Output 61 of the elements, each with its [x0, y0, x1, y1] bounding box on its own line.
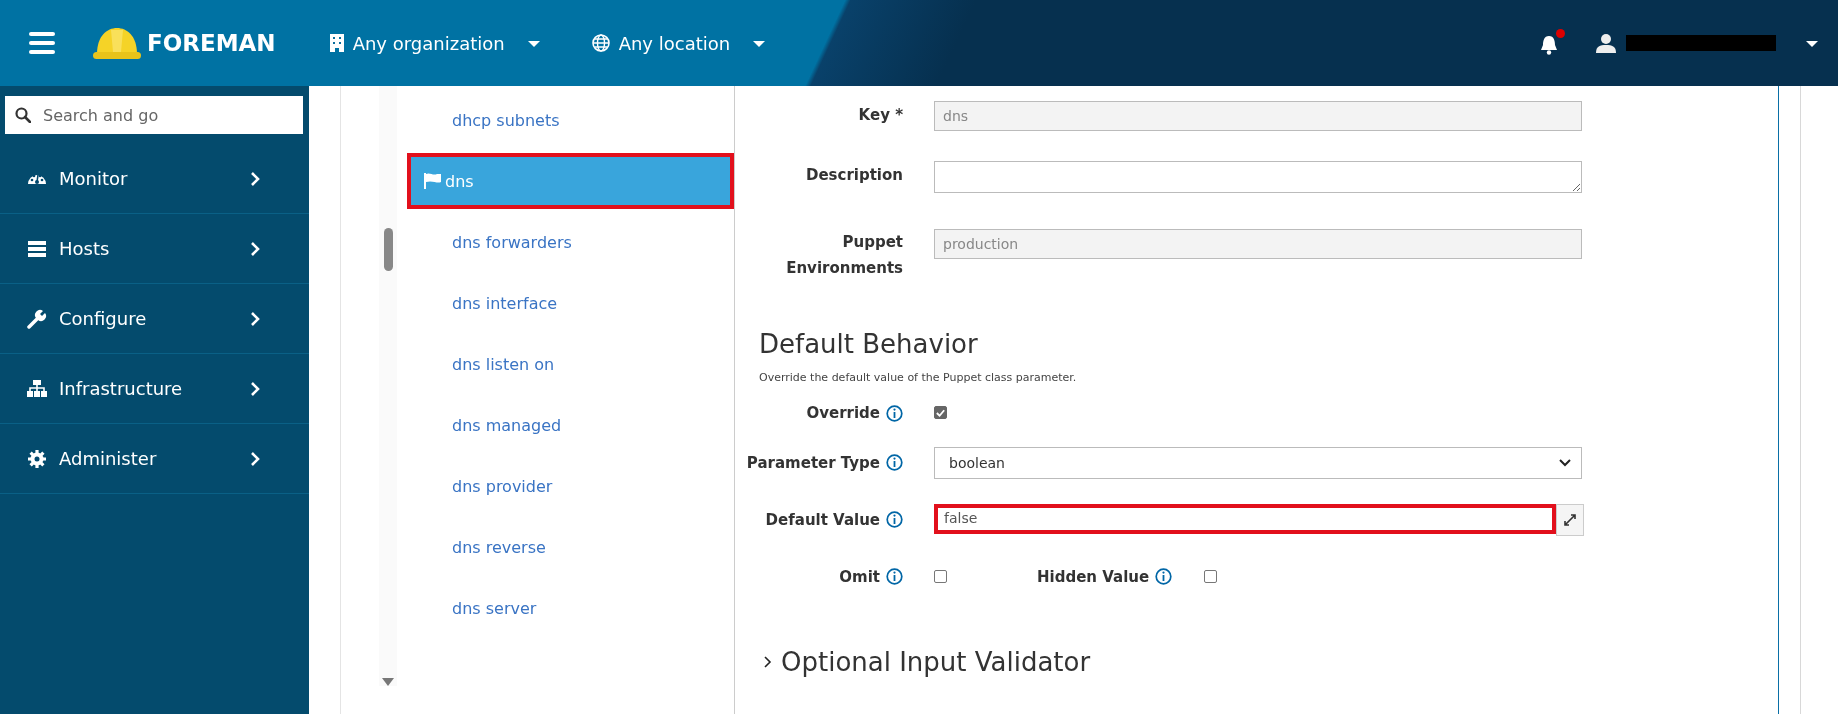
bell-icon — [1540, 35, 1558, 55]
parameter-list-item[interactable]: dns server — [427, 578, 734, 639]
text-area[interactable]: false — [934, 503, 1556, 534]
chevron-right-icon — [250, 171, 260, 186]
menu-icon[interactable] — [29, 32, 55, 54]
flag-icon — [424, 173, 442, 189]
field-label: Description — [805, 165, 903, 186]
field-label: Default Value — [765, 509, 880, 531]
search-icon — [15, 107, 31, 123]
hard-hat-icon — [93, 26, 141, 60]
field-label: Override — [806, 403, 880, 424]
location-dropdown[interactable]: Any location — [591, 32, 766, 54]
field-label: Omit — [839, 566, 880, 588]
expand-button[interactable] — [1556, 503, 1584, 536]
checkbox[interactable] — [1204, 570, 1218, 583]
info-icon — [1155, 568, 1173, 585]
parameter-list-item[interactable]: dns reverse — [427, 517, 734, 578]
building-icon — [329, 34, 344, 52]
field-label: Hidden Value — [1037, 566, 1150, 588]
parameter-list-item[interactable]: dns — [407, 153, 734, 209]
checkbox[interactable] — [934, 570, 947, 583]
info-icon — [886, 568, 903, 585]
info-icon — [886, 511, 903, 528]
chevron-right-icon — [250, 241, 260, 256]
section-heading: Default Behavior — [759, 329, 979, 359]
wrench-icon — [27, 308, 47, 329]
scroll-down-arrow-icon[interactable] — [382, 678, 394, 686]
parameter-list-item[interactable]: dns interface — [427, 273, 734, 334]
field-label: Parameter Type — [746, 452, 880, 474]
caret-icon — [527, 41, 540, 47]
field-label: Puppet Environments — [785, 232, 903, 279]
brand-name[interactable]: FOREMAN — [147, 30, 276, 56]
chevron-right-icon — [250, 381, 260, 396]
scrollbar-thumb[interactable] — [383, 228, 393, 271]
section-description: Override the default value of the Puppet class parameter. — [759, 371, 1078, 384]
expand-icon — [1564, 513, 1576, 526]
chevron-right-icon — [763, 654, 773, 670]
organization-dropdown[interactable]: Any organization — [329, 32, 540, 54]
caret-icon — [753, 41, 766, 47]
parameter-list-item[interactable]: dns provider — [427, 456, 734, 517]
chevron-right-icon — [250, 311, 260, 326]
server-icon — [27, 238, 47, 259]
parameter-list-item[interactable]: dns forwarders — [427, 212, 734, 273]
chevron-down-icon — [1559, 458, 1571, 467]
collapsible-section-toggle[interactable]: Optional Input Validator — [763, 647, 1091, 677]
parameter-list-item[interactable]: dns managed — [427, 395, 734, 456]
info-icon — [886, 454, 903, 471]
gear-icon — [27, 448, 47, 469]
search-field[interactable]: Search and go — [5, 96, 303, 134]
parameter-list-item[interactable]: dns listen on — [427, 334, 734, 395]
info-icon — [886, 404, 903, 422]
caret-icon — [1806, 41, 1818, 47]
user-menu[interactable] — [1596, 33, 1818, 53]
select-dropdown[interactable]: boolean — [934, 446, 1582, 479]
sitemap-icon — [27, 378, 47, 399]
checkbox[interactable] — [934, 406, 947, 419]
parameter-list-item[interactable]: dhcp subnets — [427, 90, 734, 151]
user-icon — [1596, 33, 1616, 53]
field-label: Key * — [858, 105, 903, 126]
chevron-right-icon — [250, 451, 260, 466]
globe-icon — [591, 34, 610, 52]
